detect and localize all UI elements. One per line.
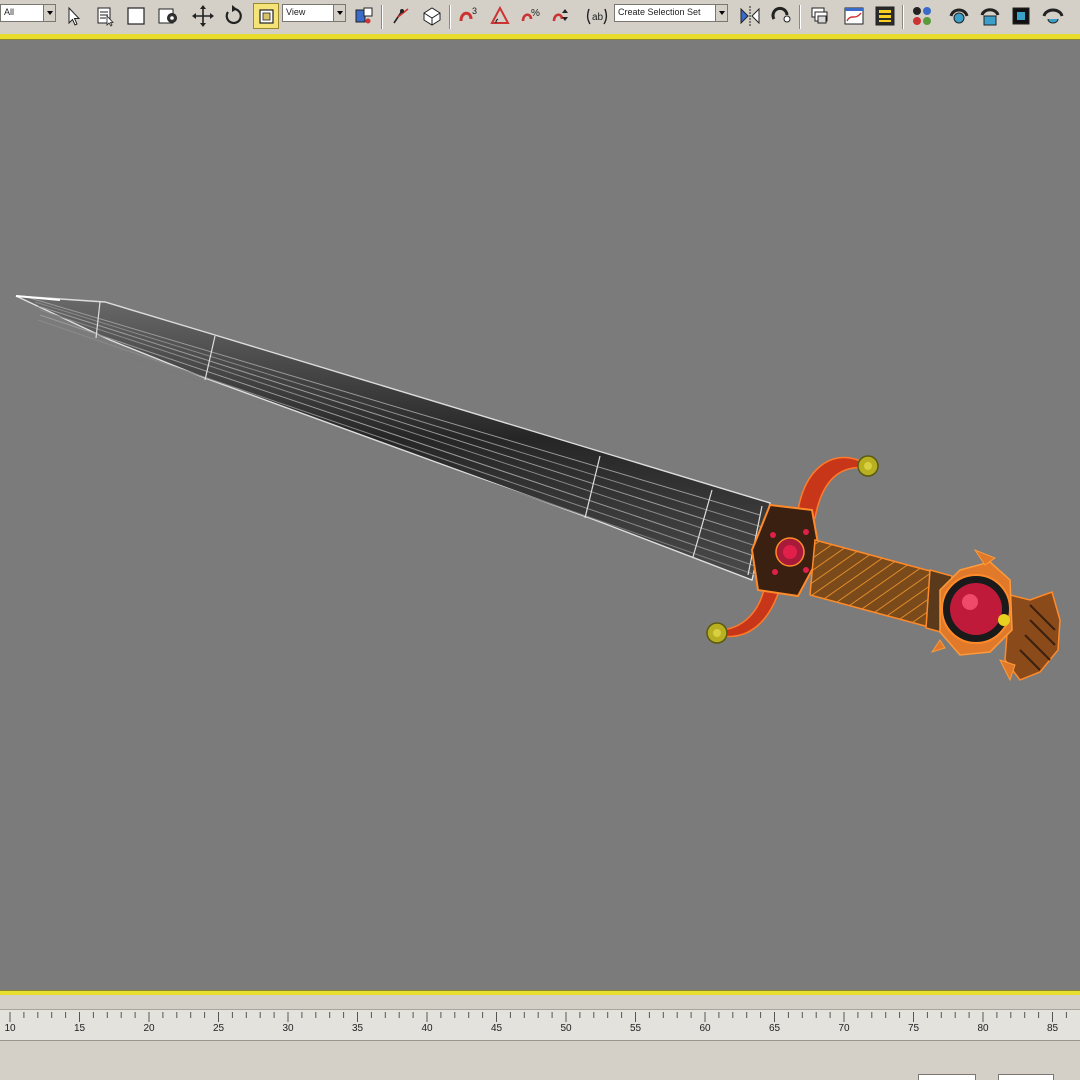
filter-dropdown-arrow-icon[interactable] <box>43 5 55 21</box>
3dsmax-window: All View 3 % ab Create Selection Set 10 … <box>0 0 1080 1080</box>
rendered-frame-window-icon <box>1012 7 1030 25</box>
select-and-manipulate-button[interactable] <box>388 3 414 29</box>
schematic-view-button[interactable] <box>872 3 898 29</box>
frame-tick-label: 55 <box>629 1023 642 1034</box>
status-bar <box>0 1041 1080 1080</box>
frame-tick-label: 70 <box>838 1023 850 1034</box>
mirror-icon <box>740 6 760 26</box>
snaps-toggle-icon: 3 <box>459 6 477 22</box>
select-by-name-icon <box>97 7 114 27</box>
status-field[interactable] <box>918 1074 976 1080</box>
use-pivot-center-button[interactable] <box>351 3 377 29</box>
edit-named-selection-button[interactable]: ab <box>584 3 610 29</box>
angle-snap-icon <box>490 5 510 24</box>
mirror-button[interactable] <box>737 3 763 29</box>
select-and-scale-button[interactable] <box>253 3 279 29</box>
frame-tick-label: 75 <box>907 1023 920 1034</box>
time-slider[interactable] <box>0 995 1080 1010</box>
angle-snap-button[interactable] <box>487 3 513 29</box>
material-editor-button[interactable] <box>909 3 935 29</box>
select-and-rotate-button[interactable] <box>221 3 247 29</box>
align-button[interactable] <box>768 3 794 29</box>
keyboard-shortcut-override-button[interactable] <box>419 3 445 29</box>
frame-tick-label: 50 <box>560 1023 572 1034</box>
spinner-snap-icon <box>552 9 568 22</box>
layer-manager-icon <box>811 7 828 24</box>
toolbar-separator <box>381 5 383 29</box>
reference-coordinate-icon[interactable] <box>333 5 345 21</box>
frame-tick-label: 80 <box>977 1023 989 1034</box>
sword-pommel <box>930 548 1061 682</box>
material-editor-icon <box>913 7 931 25</box>
quick-render-button[interactable] <box>1040 3 1066 29</box>
frame-tick-label: 60 <box>699 1023 711 1034</box>
reference-coordinate-value: View <box>286 7 306 17</box>
use-pivot-center-icon <box>355 7 373 24</box>
select-and-move-icon <box>192 5 214 27</box>
curve-editor-button[interactable] <box>841 3 867 29</box>
render-window-button[interactable] <box>1008 3 1034 29</box>
select-object-button[interactable] <box>60 3 86 29</box>
render-frame-icon <box>980 8 1000 26</box>
keyboard-shortcut-icon <box>423 7 441 26</box>
frame-tick-label: 35 <box>351 1023 364 1034</box>
frame-tick-label: 40 <box>421 1023 433 1034</box>
rectangular-selection-button[interactable] <box>123 3 149 29</box>
percent-snap-button[interactable]: % <box>517 3 543 29</box>
named-selection-arrow-icon[interactable] <box>715 5 727 21</box>
reference-coordinate-dropdown[interactable]: View <box>282 4 346 22</box>
snaps-toggle-button[interactable]: 3 <box>456 3 482 29</box>
frame-tick-label: 45 <box>490 1023 503 1034</box>
window-crossing-icon <box>158 8 177 24</box>
selection-filter-value: All <box>4 7 15 17</box>
named-selection-placeholder: Create Selection Set <box>618 7 701 17</box>
align-icon <box>771 6 791 23</box>
selection-filter-dropdown[interactable]: All <box>0 4 56 22</box>
frame-tick-label: 65 <box>768 1023 781 1034</box>
svg-text:3: 3 <box>472 6 477 16</box>
select-and-manipulate-icon <box>393 8 409 24</box>
sword-blade <box>15 295 771 581</box>
track-bar[interactable]: 10 15 20 25 30 35 40 45 50 55 60 65 70 75 80 85 <box>0 1010 1080 1041</box>
select-and-rotate-icon <box>225 5 242 25</box>
select-by-name-button[interactable] <box>92 3 118 29</box>
frame-tick-label: 85 <box>1046 1023 1059 1034</box>
render-setup-icon <box>949 8 969 24</box>
frame-tick-label: 20 <box>143 1023 155 1034</box>
sword-model[interactable] <box>0 40 1080 990</box>
percent-snap-icon: % <box>521 8 540 22</box>
select-and-scale-icon <box>259 9 274 24</box>
toolbar-separator <box>902 5 904 29</box>
frame-tick-label: 15 <box>73 1023 86 1034</box>
main-toolbar: All View 3 % ab Create Selection Set <box>0 0 1080 35</box>
quick-render-icon <box>1042 8 1064 24</box>
curve-editor-icon <box>844 7 864 25</box>
status-field[interactable] <box>998 1074 1054 1080</box>
svg-text:%: % <box>531 8 540 19</box>
named-selection-dropdown[interactable]: Create Selection Set <box>614 4 728 22</box>
window-crossing-button[interactable] <box>155 3 181 29</box>
select-and-move-button[interactable] <box>190 3 216 29</box>
edit-named-selection-icon: ab <box>586 8 608 25</box>
toolbar-separator <box>799 5 801 29</box>
render-setup-button[interactable] <box>946 3 972 29</box>
frame-tick-label: 30 <box>282 1023 294 1034</box>
svg-text:ab: ab <box>592 12 604 23</box>
perspective-viewport[interactable] <box>0 40 1080 990</box>
sword-grip <box>809 539 953 635</box>
toolbar-separator <box>449 5 451 29</box>
frame-tick-label: 10 <box>4 1023 16 1034</box>
frame-tick-label: 25 <box>212 1023 225 1034</box>
spinner-snap-button[interactable] <box>548 3 574 29</box>
render-frame-button[interactable] <box>977 3 1003 29</box>
layer-manager-button[interactable] <box>806 3 832 29</box>
schematic-view-icon <box>875 6 895 26</box>
rectangular-selection-icon <box>127 7 145 25</box>
select-object-icon <box>68 6 81 26</box>
